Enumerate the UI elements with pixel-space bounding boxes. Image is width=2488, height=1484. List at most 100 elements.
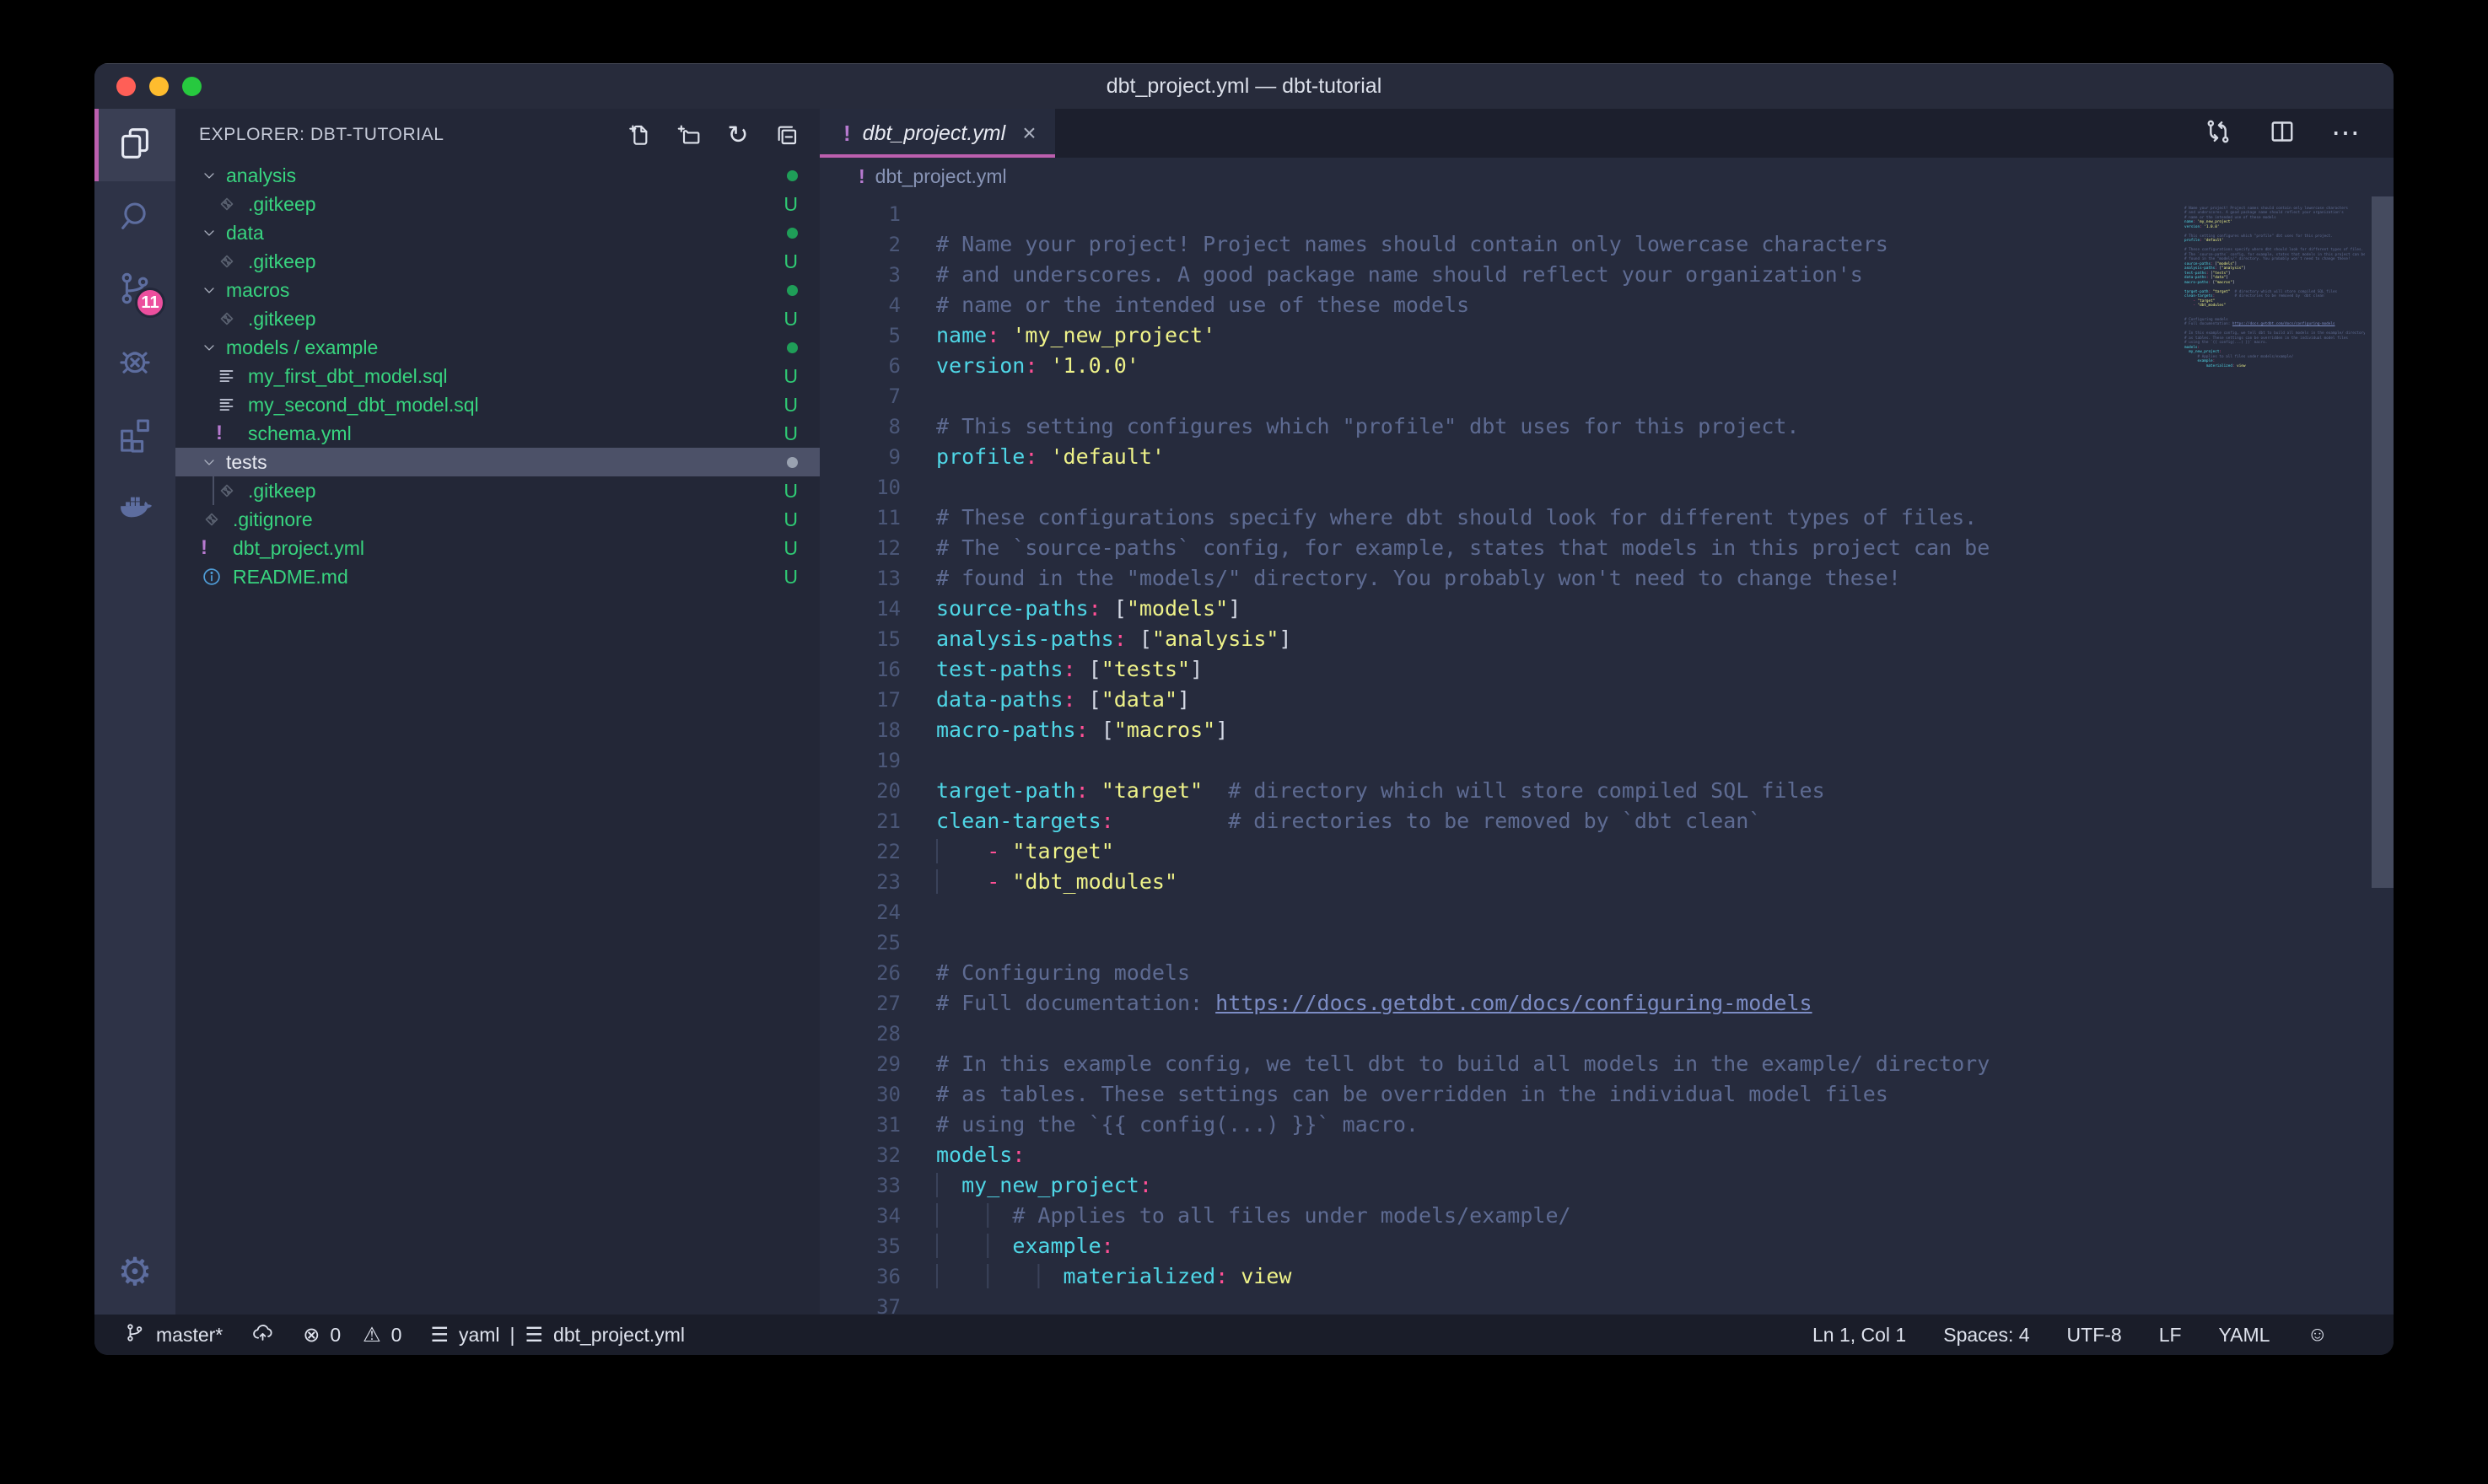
line-content <box>901 199 936 229</box>
minimize-window-button[interactable] <box>149 77 169 96</box>
tree-item-analysis[interactable]: analysis <box>175 161 820 190</box>
activity-explorer[interactable] <box>94 109 175 181</box>
minimap[interactable]: # Name your project! Project names shoul… <box>2184 202 2365 374</box>
code-line[interactable]: 11# These configurations specify where d… <box>820 503 2174 533</box>
tree-item-label: analysis <box>226 164 296 187</box>
code-line[interactable]: 24 <box>820 897 2174 928</box>
code-line[interactable]: 22 - "target" <box>820 836 2174 867</box>
tree-item-label: schema.yml <box>248 422 352 445</box>
activity-docker[interactable] <box>94 471 175 544</box>
code-line[interactable]: 10 <box>820 472 2174 503</box>
code-line[interactable]: 4# name or the intended use of these mod… <box>820 290 2174 320</box>
code-line[interactable]: 13# found in the "models/" directory. Yo… <box>820 563 2174 594</box>
code-line[interactable]: 35 example: <box>820 1231 2174 1261</box>
activity-debug[interactable] <box>94 326 175 399</box>
code-line[interactable]: 34 # Applies to all files under models/e… <box>820 1201 2174 1231</box>
code-line[interactable]: 17data-paths: ["data"] <box>820 685 2174 715</box>
problems-item[interactable]: ⊗ 0 ⚠ 0 <box>303 1323 401 1347</box>
more-actions-icon[interactable]: ⋯ <box>2331 116 2361 150</box>
split-editor-icon[interactable] <box>2267 116 2297 151</box>
collapse-all-icon[interactable] <box>773 121 801 149</box>
encoding-item[interactable]: UTF-8 <box>2067 1324 2122 1347</box>
line-content: # as tables. These settings can be overr… <box>901 1079 1888 1110</box>
open-changes-icon[interactable] <box>2203 116 2233 151</box>
tree-item--gitkeep[interactable]: .gitkeepU <box>175 304 820 333</box>
tree-item-label: .gitignore <box>233 508 313 531</box>
breadcrumb[interactable]: ! dbt_project.yml <box>820 158 2394 195</box>
code-line[interactable]: 30# as tables. These settings can be ove… <box>820 1079 2174 1110</box>
code-line[interactable]: 26# Configuring models <box>820 958 2174 988</box>
tree-item-schema-yml[interactable]: !schema.ymlU <box>175 419 820 448</box>
new-folder-icon[interactable] <box>675 121 703 149</box>
code-line[interactable]: 18macro-paths: ["macros"] <box>820 715 2174 745</box>
code-line[interactable]: 5name: 'my_new_project' <box>820 320 2174 351</box>
code-line[interactable]: 14source-paths: ["models"] <box>820 594 2174 624</box>
code-line[interactable]: 12# The `source-paths` config, for examp… <box>820 533 2174 563</box>
code-line[interactable]: 29# In this example config, we tell dbt … <box>820 1049 2174 1079</box>
code-line[interactable]: 2# Name your project! Project names shou… <box>820 229 2174 260</box>
code-line[interactable]: 6version: '1.0.0' <box>820 351 2174 381</box>
new-file-icon[interactable] <box>626 121 654 149</box>
docker-icon <box>116 487 154 530</box>
tab-dbt-project-yml[interactable]: ! dbt_project.yml × <box>820 109 1055 158</box>
tree-item-macros[interactable]: macros <box>175 276 820 304</box>
tree-item-readme-md[interactable]: README.mdU <box>175 562 820 591</box>
line-number: 5 <box>820 320 901 351</box>
activity-extensions[interactable] <box>94 399 175 471</box>
line-number: 9 <box>820 442 901 472</box>
cursor-position[interactable]: Ln 1, Col 1 <box>1812 1324 1906 1347</box>
feedback-smiley-icon[interactable]: ☺ <box>2307 1323 2328 1347</box>
tree-item-my-first-dbt-model-sql[interactable]: my_first_dbt_model.sqlU <box>175 362 820 390</box>
tree-item--gitignore[interactable]: .gitignoreU <box>175 505 820 534</box>
line-number: 29 <box>820 1049 901 1079</box>
code-line[interactable]: 7 <box>820 381 2174 411</box>
activity-search[interactable] <box>94 181 175 254</box>
code-line[interactable]: 32models: <box>820 1140 2174 1170</box>
code-line[interactable]: 8# This setting configures which "profil… <box>820 411 2174 442</box>
refresh-icon[interactable]: ↻ <box>724 121 752 149</box>
tree-item--gitkeep[interactable]: .gitkeepU <box>175 190 820 218</box>
tree-item-dbt-project-yml[interactable]: !dbt_project.ymlU <box>175 534 820 562</box>
code-line[interactable]: 19 <box>820 745 2174 776</box>
line-content: # Name your project! Project names shoul… <box>901 229 1888 260</box>
activity-source-control[interactable]: 11 <box>94 254 175 326</box>
outline-item[interactable]: ☰ yaml | ☰ dbt_project.yml <box>430 1323 685 1347</box>
line-number: 7 <box>820 381 901 411</box>
code-line[interactable]: 37 <box>820 1292 2174 1315</box>
editor-scrollbar[interactable] <box>2372 196 2394 888</box>
tree-item-tests[interactable]: tests <box>175 448 820 476</box>
code-line[interactable]: 16test-paths: ["tests"] <box>820 654 2174 685</box>
code-line[interactable]: 27# Full documentation: https://docs.get… <box>820 988 2174 1019</box>
code-lines[interactable]: 12# Name your project! Project names sho… <box>820 199 2174 1315</box>
code-line[interactable]: 1 <box>820 199 2174 229</box>
git-branch-item[interactable]: master* <box>123 1321 223 1349</box>
activity-settings[interactable]: ⚙ <box>94 1235 175 1308</box>
breadcrumb-file[interactable]: dbt_project.yml <box>875 165 1007 188</box>
tree-item-my-second-dbt-model-sql[interactable]: my_second_dbt_model.sqlU <box>175 390 820 419</box>
publish-item[interactable] <box>251 1321 274 1349</box>
code-line[interactable]: 25 <box>820 928 2174 958</box>
code-line[interactable]: 3# and underscores. A good package name … <box>820 260 2174 290</box>
code-line[interactable]: 33 my_new_project: <box>820 1170 2174 1201</box>
code-line[interactable]: 20target-path: "target" # directory whic… <box>820 776 2174 806</box>
code-line[interactable]: 36 materialized: view <box>820 1261 2174 1292</box>
language-mode-item[interactable]: YAML <box>2219 1324 2270 1347</box>
code-line[interactable]: 21clean-targets: # directories to be rem… <box>820 806 2174 836</box>
indentation-item[interactable]: Spaces: 4 <box>1943 1324 2029 1347</box>
tree-item-models-example[interactable]: models / example <box>175 333 820 362</box>
code-line[interactable]: 23 - "dbt_modules" <box>820 867 2174 897</box>
code-line[interactable]: 31# using the `{{ config(...) }}` macro. <box>820 1110 2174 1140</box>
code-editor[interactable]: 12# Name your project! Project names sho… <box>820 195 2394 1315</box>
eol-item[interactable]: LF <box>2159 1324 2182 1347</box>
code-line[interactable]: 9profile: 'default' <box>820 442 2174 472</box>
tab-close-icon[interactable]: × <box>1022 120 1036 147</box>
close-window-button[interactable] <box>116 77 136 96</box>
tree-item--gitkeep[interactable]: .gitkeepU <box>175 247 820 276</box>
zoom-window-button[interactable] <box>182 77 202 96</box>
code-line[interactable]: 15analysis-paths: ["analysis"] <box>820 624 2174 654</box>
line-number: 23 <box>820 867 901 897</box>
code-line[interactable]: 28 <box>820 1019 2174 1049</box>
tree-item--gitkeep[interactable]: .gitkeepU <box>175 476 820 505</box>
chevron-down-icon <box>201 339 226 356</box>
tree-item-data[interactable]: data <box>175 218 820 247</box>
